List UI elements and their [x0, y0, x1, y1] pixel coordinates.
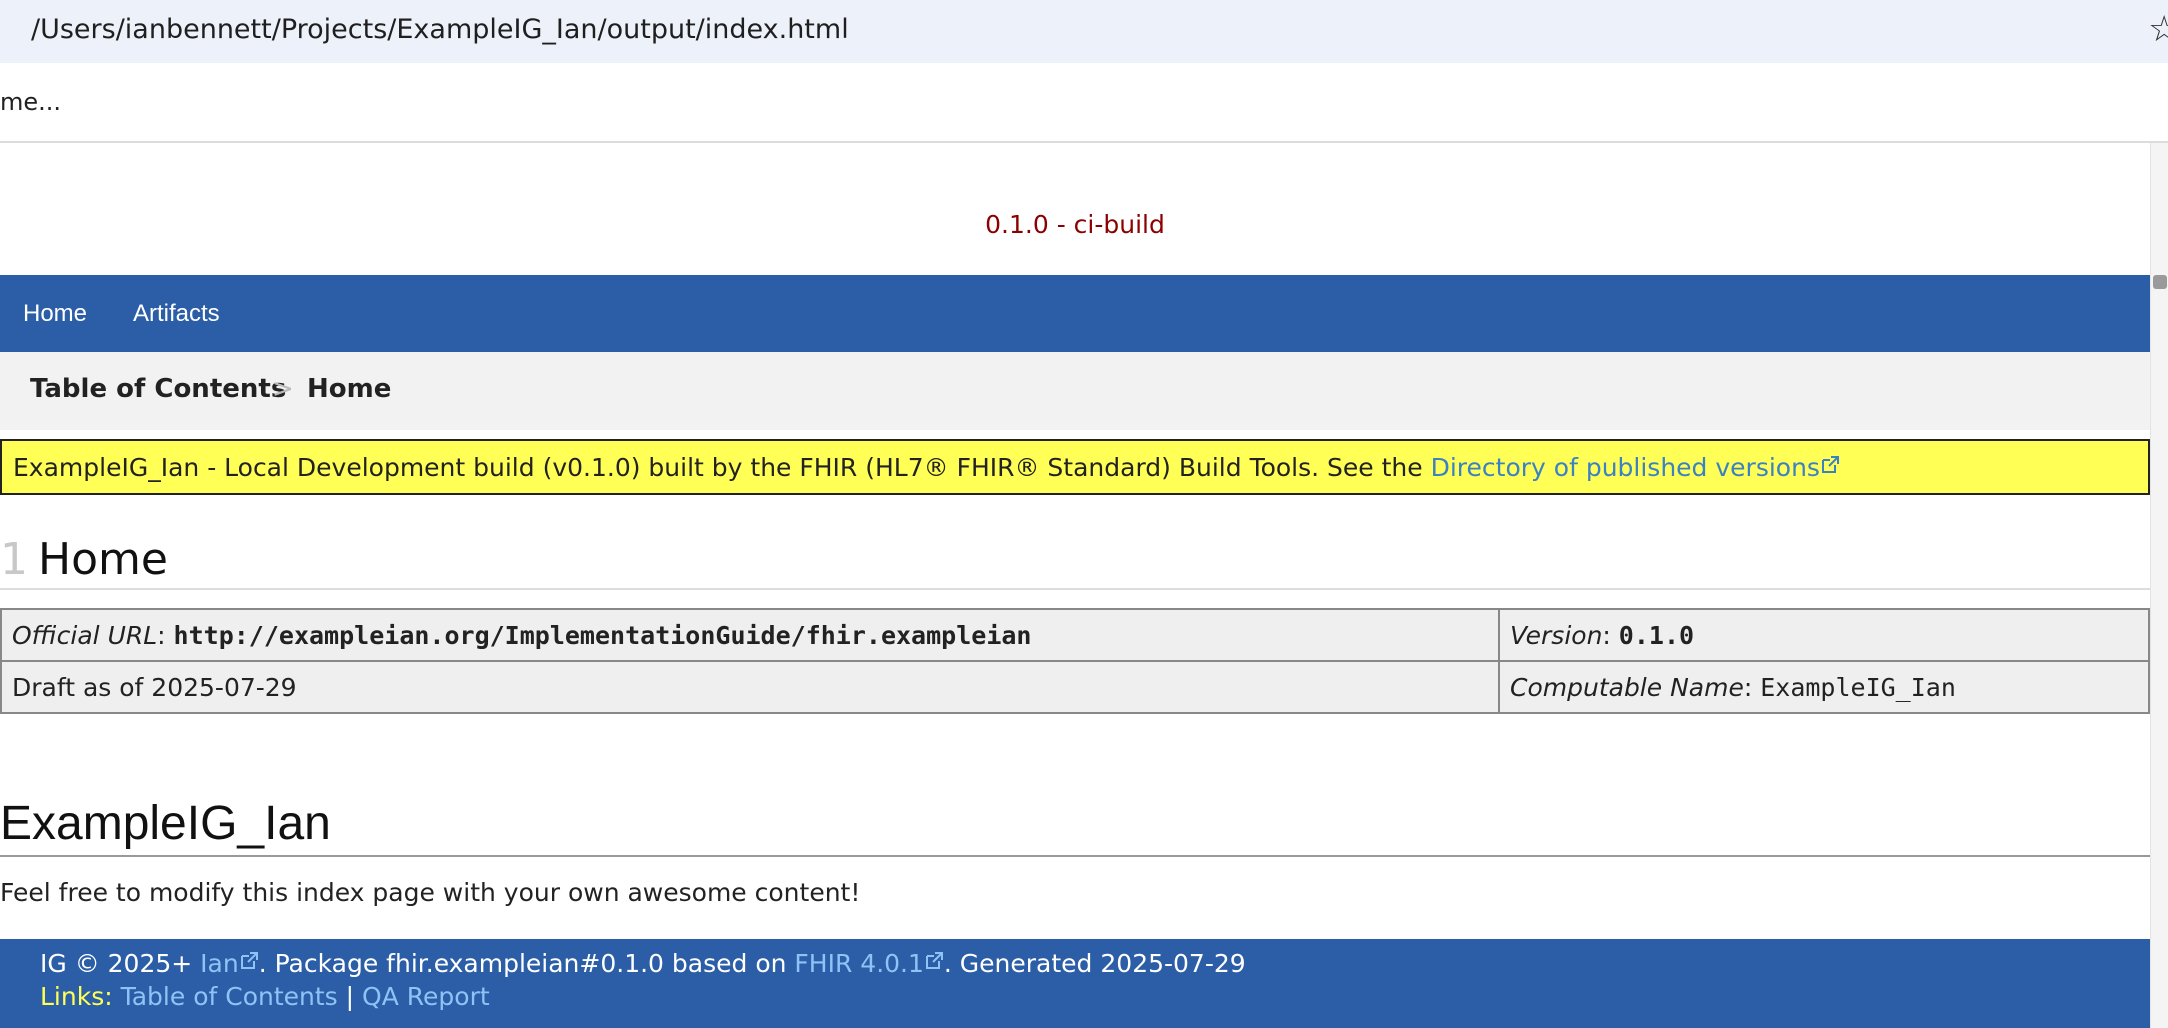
directory-link[interactable]: Directory of published versions	[1431, 453, 1820, 482]
footer-line-1: IG © 2025+ Ian . Package fhir.exampleian#…	[40, 949, 1246, 978]
computable-name-cell: Computable Name: ExampleIG_Ian	[1498, 660, 2150, 714]
computable-name-label: Computable Name	[1510, 672, 1744, 702]
page-footer: IG © 2025+ Ian . Package fhir.exampleian#…	[0, 939, 2150, 1028]
publish-box-banner: ExampleIG_Ian - Local Development build …	[0, 439, 2150, 495]
bookmark-star-icon[interactable]: ☆	[2148, 8, 2168, 52]
nav-home[interactable]: Home	[23, 275, 87, 352]
ig-metadata-table: Official URL: http://exampleian.org/Impl…	[0, 608, 2150, 714]
footer-author-link[interactable]: Ian	[200, 949, 239, 978]
content-heading: ExampleIG_Ian	[0, 797, 331, 850]
ig-version-line: 0.1.0 - ci-build	[985, 210, 1165, 239]
nav-artifacts[interactable]: Artifacts	[133, 275, 220, 352]
page-scrollbar[interactable]	[2150, 143, 2168, 1028]
banner-text: ExampleIG_Ian - Local Development build …	[13, 453, 1431, 482]
computable-name-value: ExampleIG_Ian	[1760, 672, 1956, 702]
breadcrumb: Table of Contents > Home	[0, 352, 2150, 430]
title-divider	[0, 588, 2150, 590]
breadcrumb-toc[interactable]: Table of Contents	[30, 374, 286, 404]
address-url[interactable]: /Users/ianbennett/Projects/ExampleIG_Ian…	[31, 14, 849, 45]
content-paragraph: Feel free to modify this index page with…	[0, 878, 861, 907]
status-cell: Draft as of 2025-07-29	[0, 660, 1500, 714]
footer-ig-prefix: IG © 2025+	[40, 949, 201, 978]
table-row: Official URL: http://exampleian.org/Impl…	[0, 608, 2150, 662]
footer-fhir-link[interactable]: FHIR 4.0.1	[794, 949, 923, 978]
official-url-cell: Official URL: http://exampleian.org/Impl…	[0, 608, 1500, 662]
page-title: 1 Home	[0, 534, 168, 585]
main-navbar: Home Artifacts	[0, 275, 2150, 352]
scrollbar-thumb[interactable]	[2153, 275, 2167, 289]
external-link-icon	[240, 952, 258, 969]
version-label: Version	[1510, 620, 1603, 650]
footer-generated-text: . Generated 2025-07-29	[943, 949, 1246, 978]
footer-qa-link[interactable]: QA Report	[362, 982, 490, 1011]
external-link-icon	[1821, 456, 1839, 473]
official-url-value: http://exampleian.org/ImplementationGuid…	[173, 620, 1032, 650]
footer-package-text: . Package fhir.exampleian#0.1.0 based on	[258, 949, 795, 978]
page-title-text: Home	[38, 534, 168, 585]
table-row: Draft as of 2025-07-29 Computable Name: …	[0, 660, 2150, 714]
version-value: 0.1.0	[1618, 620, 1695, 650]
footer-links-label: Links:	[40, 982, 113, 1011]
address-bar[interactable]: /Users/ianbennett/Projects/ExampleIG_Ian…	[0, 0, 2168, 63]
section-number: 1	[0, 534, 28, 585]
find-bar: me...	[0, 63, 2168, 143]
footer-toc-link[interactable]: Table of Contents	[121, 982, 338, 1011]
official-url-label: Official URL	[12, 620, 158, 650]
breadcrumb-separator: >	[272, 374, 294, 404]
breadcrumb-home: Home	[307, 374, 392, 404]
content-heading-divider	[0, 855, 2150, 857]
external-link-icon	[925, 952, 943, 969]
version-cell: Version: 0.1.0	[1498, 608, 2150, 662]
footer-line-2: Links: Table of Contents | QA Report	[40, 982, 490, 1011]
footer-divider: |	[345, 982, 355, 1011]
find-bar-text: me...	[0, 88, 62, 116]
